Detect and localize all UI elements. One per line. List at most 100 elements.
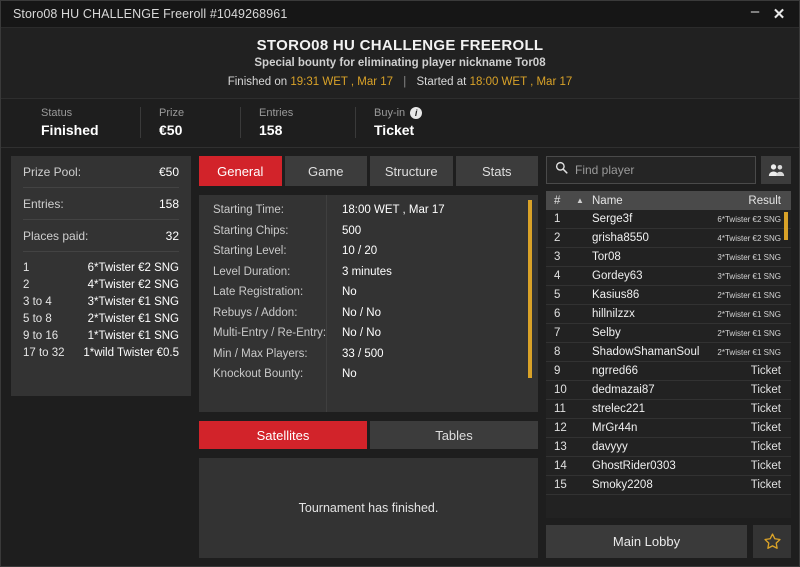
detail-value: 33 / 500: [342, 347, 384, 360]
star-icon[interactable]: [753, 525, 791, 558]
detail-key: Knockout Bounty:: [213, 368, 304, 380]
player-rank: 4: [554, 270, 561, 282]
detail-value: No: [342, 286, 357, 298]
detail-key: Multi-Entry / Re-Entry:: [213, 327, 327, 339]
stat-status: Status Finished: [1, 107, 141, 138]
minimize-icon[interactable]: –: [743, 3, 767, 25]
table-row[interactable]: 6 hillnilzzx 2*Twister €1 SNG: [546, 305, 791, 324]
table-row[interactable]: 4 Gordey63 3*Twister €1 SNG: [546, 267, 791, 286]
player-name: dedmazai87: [592, 384, 655, 396]
detail-value: 500: [342, 224, 362, 237]
player-result: 4*Twister €2 SNG: [717, 233, 781, 243]
satellite-tabs: Satellites Tables: [199, 421, 538, 449]
payout-reward: 1*wild Twister €0.5: [83, 347, 179, 359]
player-name: Smoky2208: [592, 479, 653, 491]
tab-satellites[interactable]: Satellites: [199, 421, 367, 449]
search-box[interactable]: [546, 156, 756, 184]
entries-row: Entries: 158: [23, 188, 179, 220]
column-header-num[interactable]: #: [554, 195, 576, 207]
places-paid-value: 32: [165, 228, 179, 243]
table-row[interactable]: 12 MrGr44n Ticket: [546, 419, 791, 438]
player-rank: 2: [554, 232, 561, 244]
player-result: Ticket: [750, 422, 781, 434]
stat-entries: Entries 158: [241, 107, 356, 138]
places-paid-label: Places paid:: [23, 228, 89, 243]
stat-entries-value: 158: [259, 122, 283, 138]
payout-row: 5 to 8 2*Twister €1 SNG: [23, 311, 179, 328]
search-input[interactable]: [575, 163, 747, 177]
search-icon: [555, 161, 568, 179]
player-rank: 6: [554, 308, 561, 320]
detail-key: Rebuys / Addon:: [213, 306, 298, 319]
player-rank: 1: [554, 213, 561, 225]
stat-prize-label: Prize: [159, 107, 185, 119]
table-row[interactable]: 11 strelec221 Ticket: [546, 400, 791, 419]
detail-value: No: [342, 368, 357, 380]
table-row[interactable]: 9 ngrred66 Ticket: [546, 362, 791, 381]
player-name: Serge3f: [592, 213, 633, 225]
titlebar: Storo08 HU CHALLENGE Freeroll #104926896…: [1, 1, 799, 28]
player-list-scrollbar-track[interactable]: [784, 212, 788, 516]
close-icon[interactable]: ✕: [767, 3, 791, 25]
player-name: Kasius86: [592, 289, 640, 301]
search-row: [546, 156, 791, 184]
table-row[interactable]: 14 GhostRider0303 Ticket: [546, 457, 791, 476]
table-row[interactable]: 15 Smoky2208 Ticket: [546, 476, 791, 495]
player-list: # ▲ Name Result 1 Serge3f 6*Twister €2 S…: [546, 191, 791, 518]
table-row[interactable]: 13 davyyy Ticket: [546, 438, 791, 457]
payout-row: 2 4*Twister €2 SNG: [23, 277, 179, 294]
page-title: STORO08 HU CHALLENGE FREEROLL: [256, 37, 544, 54]
tab-stats[interactable]: Stats: [455, 156, 538, 186]
prize-panel: Prize Pool: €50 Entries: 158 Places paid…: [11, 156, 191, 396]
time-separator: |: [403, 76, 407, 88]
player-list-body: 1 Serge3f 6*Twister €2 SNG 2 grisha8550 …: [546, 210, 791, 518]
entries-value: 158: [158, 196, 179, 211]
player-result: 3*Twister €1 SNG: [717, 252, 781, 262]
player-result: 3*Twister €1 SNG: [717, 271, 781, 281]
payout-row: 9 to 16 1*Twister €1 SNG: [23, 328, 179, 345]
player-rank: 14: [554, 460, 567, 472]
tab-game[interactable]: Game: [284, 156, 367, 186]
main-lobby-button[interactable]: Main Lobby: [546, 525, 747, 558]
table-row[interactable]: 8 ShadowShamanSoul 2*Twister €1 SNG: [546, 343, 791, 362]
info-icon[interactable]: i: [410, 107, 423, 119]
player-rank: 9: [554, 365, 561, 377]
sort-ascending-icon[interactable]: ▲: [576, 196, 592, 205]
player-result: Ticket: [750, 384, 781, 396]
player-result: Ticket: [750, 441, 781, 453]
player-list-scrollbar-thumb[interactable]: [784, 212, 788, 240]
player-rank: 5: [554, 289, 561, 301]
player-result: Ticket: [750, 479, 781, 491]
stat-buyin-label-text: Buy-in: [374, 107, 406, 119]
detail-key: Late Registration:: [213, 286, 304, 298]
detail-scrollbar-track[interactable]: [528, 200, 532, 407]
table-row[interactable]: 2 grisha8550 4*Twister €2 SNG: [546, 229, 791, 248]
column-header-name[interactable]: Name: [592, 195, 748, 207]
started-value: 18:00 WET , Mar 17: [469, 76, 573, 88]
payout-reward: 6*Twister €2 SNG: [87, 262, 179, 274]
tab-structure[interactable]: Structure: [370, 156, 453, 186]
table-row[interactable]: 5 Kasius86 2*Twister €1 SNG: [546, 286, 791, 305]
started-label: Started at: [416, 76, 467, 88]
stat-status-value: Finished: [41, 122, 99, 138]
stat-buyin: Buy-in i Ticket: [356, 107, 476, 138]
column-header-result[interactable]: Result: [748, 195, 781, 207]
payout-place: 9 to 16: [23, 330, 59, 342]
people-icon[interactable]: [761, 156, 791, 184]
table-row[interactable]: 7 Selby 2*Twister €1 SNG: [546, 324, 791, 343]
player-name: Tor08: [592, 251, 621, 263]
detail-keys: Starting Time: Starting Chips: Starting …: [199, 195, 327, 412]
detail-scrollbar-thumb[interactable]: [528, 200, 532, 378]
table-row[interactable]: 3 Tor08 3*Twister €1 SNG: [546, 248, 791, 267]
tab-general[interactable]: General: [199, 156, 282, 186]
table-row[interactable]: 1 Serge3f 6*Twister €2 SNG: [546, 210, 791, 229]
places-paid-row: Places paid: 32: [23, 220, 179, 252]
payout-row: 3 to 4 3*Twister €1 SNG: [23, 294, 179, 311]
details-column: General Game Structure Stats Starting Ti…: [199, 156, 538, 558]
player-rank: 8: [554, 346, 561, 358]
window-title: Storo08 HU CHALLENGE Freeroll #104926896…: [13, 7, 288, 21]
stat-status-label: Status: [41, 107, 73, 119]
tournament-status-message: Tournament has finished.: [298, 501, 439, 515]
tab-tables[interactable]: Tables: [370, 421, 538, 449]
table-row[interactable]: 10 dedmazai87 Ticket: [546, 381, 791, 400]
